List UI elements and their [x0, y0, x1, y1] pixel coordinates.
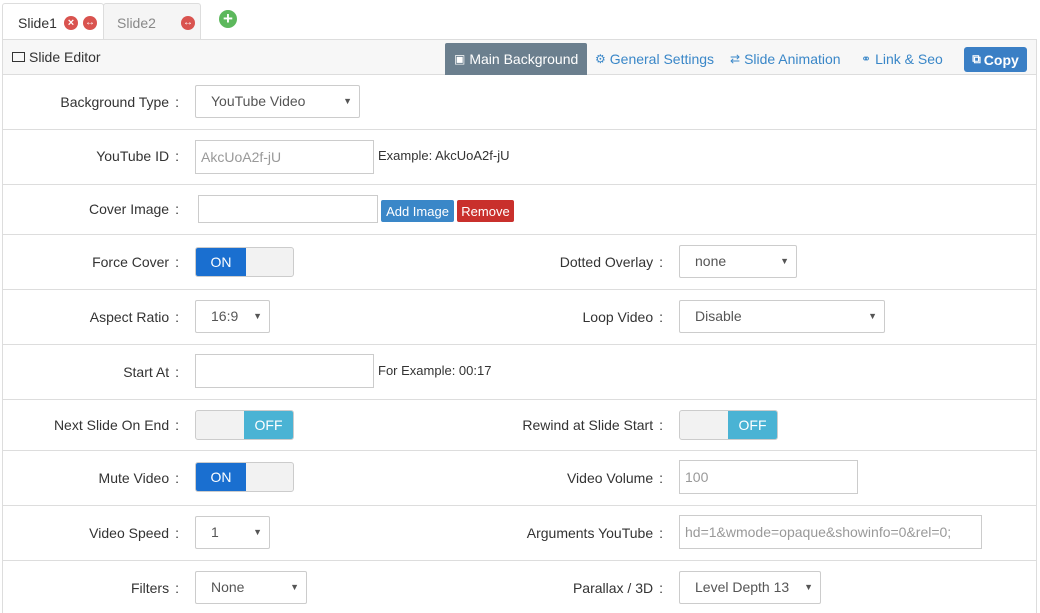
row-background-type: Background Type: YouTube Video ▼ — [3, 75, 1036, 130]
mute-video-label: Mute Video: — [98, 470, 179, 486]
dotted-overlay-label: Dotted Overlay: — [559, 254, 663, 270]
add-image-button[interactable]: Add Image — [381, 200, 454, 222]
start-at-label: Start At: — [123, 364, 179, 380]
gear-icon: ⚙ — [595, 52, 606, 66]
tab-link-seo[interactable]: ⚭ Link & Seo — [852, 44, 952, 74]
video-speed-select[interactable]: 1 ▼ — [195, 516, 270, 549]
chevron-down-icon: ▼ — [253, 527, 262, 537]
copy-icon: ⧉ — [972, 52, 981, 66]
video-volume-input[interactable]: 100 — [679, 460, 858, 494]
tab-main-background[interactable]: ▣ Main Background — [445, 43, 588, 75]
force-cover-state: ON — [196, 248, 246, 276]
close-icon[interactable]: × — [64, 16, 78, 30]
arguments-youtube-label: Arguments YouTube: — [526, 525, 663, 541]
filters-label: Filters: — [130, 580, 179, 596]
next-slide-on-end-label: Next Slide On End: — [53, 417, 179, 433]
chevron-down-icon: ▼ — [343, 96, 352, 106]
tab-link-seo-label: Link & Seo — [875, 51, 943, 67]
editor-title-text: Slide Editor — [29, 49, 101, 65]
dotted-overlay-value: none — [695, 253, 727, 269]
move-icon[interactable]: ↔ — [83, 16, 97, 30]
next-slide-on-end-state: OFF — [244, 411, 293, 439]
force-cover-toggle[interactable]: ON — [195, 247, 294, 277]
youtube-id-hint: Example: AkcUoA2f-jU — [378, 148, 510, 163]
editor-header: Slide Editor ▣ Main Background ⚙ General… — [3, 40, 1036, 75]
row-cover-image: Cover Image: Add Image Remove — [3, 185, 1036, 235]
cover-image-label: Cover Image: — [88, 201, 179, 217]
image-icon — [12, 52, 25, 62]
parallax-3d-select[interactable]: Level Depth 13 ▼ — [679, 571, 821, 604]
move-icon[interactable]: ↔ — [181, 16, 195, 30]
force-cover-label: Force Cover: — [92, 254, 179, 270]
tab-slide1[interactable]: Slide1 × ↔ — [2, 3, 104, 41]
row-force-cover: Force Cover: ON Dotted Overlay: none ▼ — [3, 235, 1036, 290]
row-aspect-ratio: Aspect Ratio: 16:9 ▼ Loop Video: Disable… — [3, 290, 1036, 345]
background-type-select[interactable]: YouTube Video ▼ — [195, 85, 360, 118]
filters-select[interactable]: None ▼ — [195, 571, 307, 604]
mute-video-toggle[interactable]: ON — [195, 462, 294, 492]
arguments-youtube-input[interactable]: hd=1&wmode=opaque&showinfo=0&rel=0; — [679, 515, 982, 549]
link-icon: ⚭ — [861, 52, 872, 66]
chevron-down-icon: ▼ — [290, 582, 299, 592]
background-type-label: Background Type: — [60, 94, 179, 110]
chevron-down-icon: ▼ — [253, 311, 262, 321]
youtube-id-input[interactable]: AkcUoA2f-jU — [195, 140, 374, 174]
row-next-slide-on-end: Next Slide On End: OFF Rewind at Slide S… — [3, 400, 1036, 451]
chevron-down-icon: ▼ — [780, 256, 789, 266]
background-type-value: YouTube Video — [211, 93, 306, 109]
slide-editor: Slide Editor ▣ Main Background ⚙ General… — [2, 39, 1037, 613]
tab-general-settings-label: General Settings — [609, 51, 715, 67]
tab-slide2[interactable]: Slide2 ↔ — [103, 3, 201, 40]
chevron-down-icon: ▼ — [868, 311, 877, 321]
rewind-at-slide-start-toggle[interactable]: OFF — [679, 410, 778, 440]
next-slide-on-end-toggle[interactable]: OFF — [195, 410, 294, 440]
youtube-id-label: YouTube ID: — [96, 148, 179, 164]
start-at-hint: For Example: 00:17 — [378, 363, 492, 378]
aspect-ratio-value: 16:9 — [211, 308, 239, 324]
copy-button-label: Copy — [983, 51, 1019, 68]
slide-tabs: Slide1 × ↔ Slide2 ↔ + — [0, 0, 1040, 41]
tab-slide1-label: Slide1 — [18, 15, 57, 31]
aspect-ratio-select[interactable]: 16:9 ▼ — [195, 300, 270, 333]
parallax-3d-label: Parallax / 3D: — [572, 580, 663, 596]
tab-main-background-label: Main Background — [469, 51, 579, 67]
parallax-3d-value: Level Depth 13 — [695, 579, 790, 595]
tab-slide2-label: Slide2 — [117, 15, 156, 31]
cover-image-input[interactable] — [198, 195, 378, 223]
rewind-at-slide-start-state: OFF — [728, 411, 777, 439]
row-filters: Filters: None ▼ Parallax / 3D: Level Dep… — [3, 561, 1036, 613]
tab-general-settings[interactable]: ⚙ General Settings — [586, 44, 723, 74]
video-volume-label: Video Volume: — [566, 470, 663, 486]
loop-video-value: Disable — [695, 308, 742, 324]
row-video-speed: Video Speed: 1 ▼ Arguments YouTube: hd=1… — [3, 506, 1036, 561]
start-at-input[interactable] — [195, 354, 374, 388]
shuffle-icon: ⇄ — [730, 52, 741, 66]
aspect-ratio-label: Aspect Ratio: — [89, 309, 179, 325]
mute-video-state: ON — [196, 463, 246, 491]
rewind-at-slide-start-label: Rewind at Slide Start: — [522, 417, 663, 433]
editor-title: Slide Editor — [12, 49, 101, 65]
image-icon: ▣ — [454, 52, 466, 66]
tab-slide-animation[interactable]: ⇄ Slide Animation — [721, 44, 850, 74]
row-youtube-id: YouTube ID: AkcUoA2f-jU Example: AkcUoA2… — [3, 130, 1036, 185]
video-speed-label: Video Speed: — [89, 525, 179, 541]
copy-button[interactable]: ⧉ Copy — [964, 47, 1027, 72]
tab-slide-animation-label: Slide Animation — [744, 51, 841, 67]
chevron-down-icon: ▼ — [804, 582, 813, 592]
loop-video-select[interactable]: Disable ▼ — [679, 300, 885, 333]
add-slide-icon[interactable]: + — [219, 10, 237, 28]
loop-video-label: Loop Video: — [582, 309, 663, 325]
dotted-overlay-select[interactable]: none ▼ — [679, 245, 797, 278]
row-mute-video: Mute Video: ON Video Volume: 100 — [3, 451, 1036, 506]
filters-value: None — [211, 579, 245, 595]
remove-image-button[interactable]: Remove — [457, 200, 514, 222]
video-speed-value: 1 — [211, 524, 219, 540]
row-start-at: Start At: For Example: 00:17 — [3, 345, 1036, 400]
